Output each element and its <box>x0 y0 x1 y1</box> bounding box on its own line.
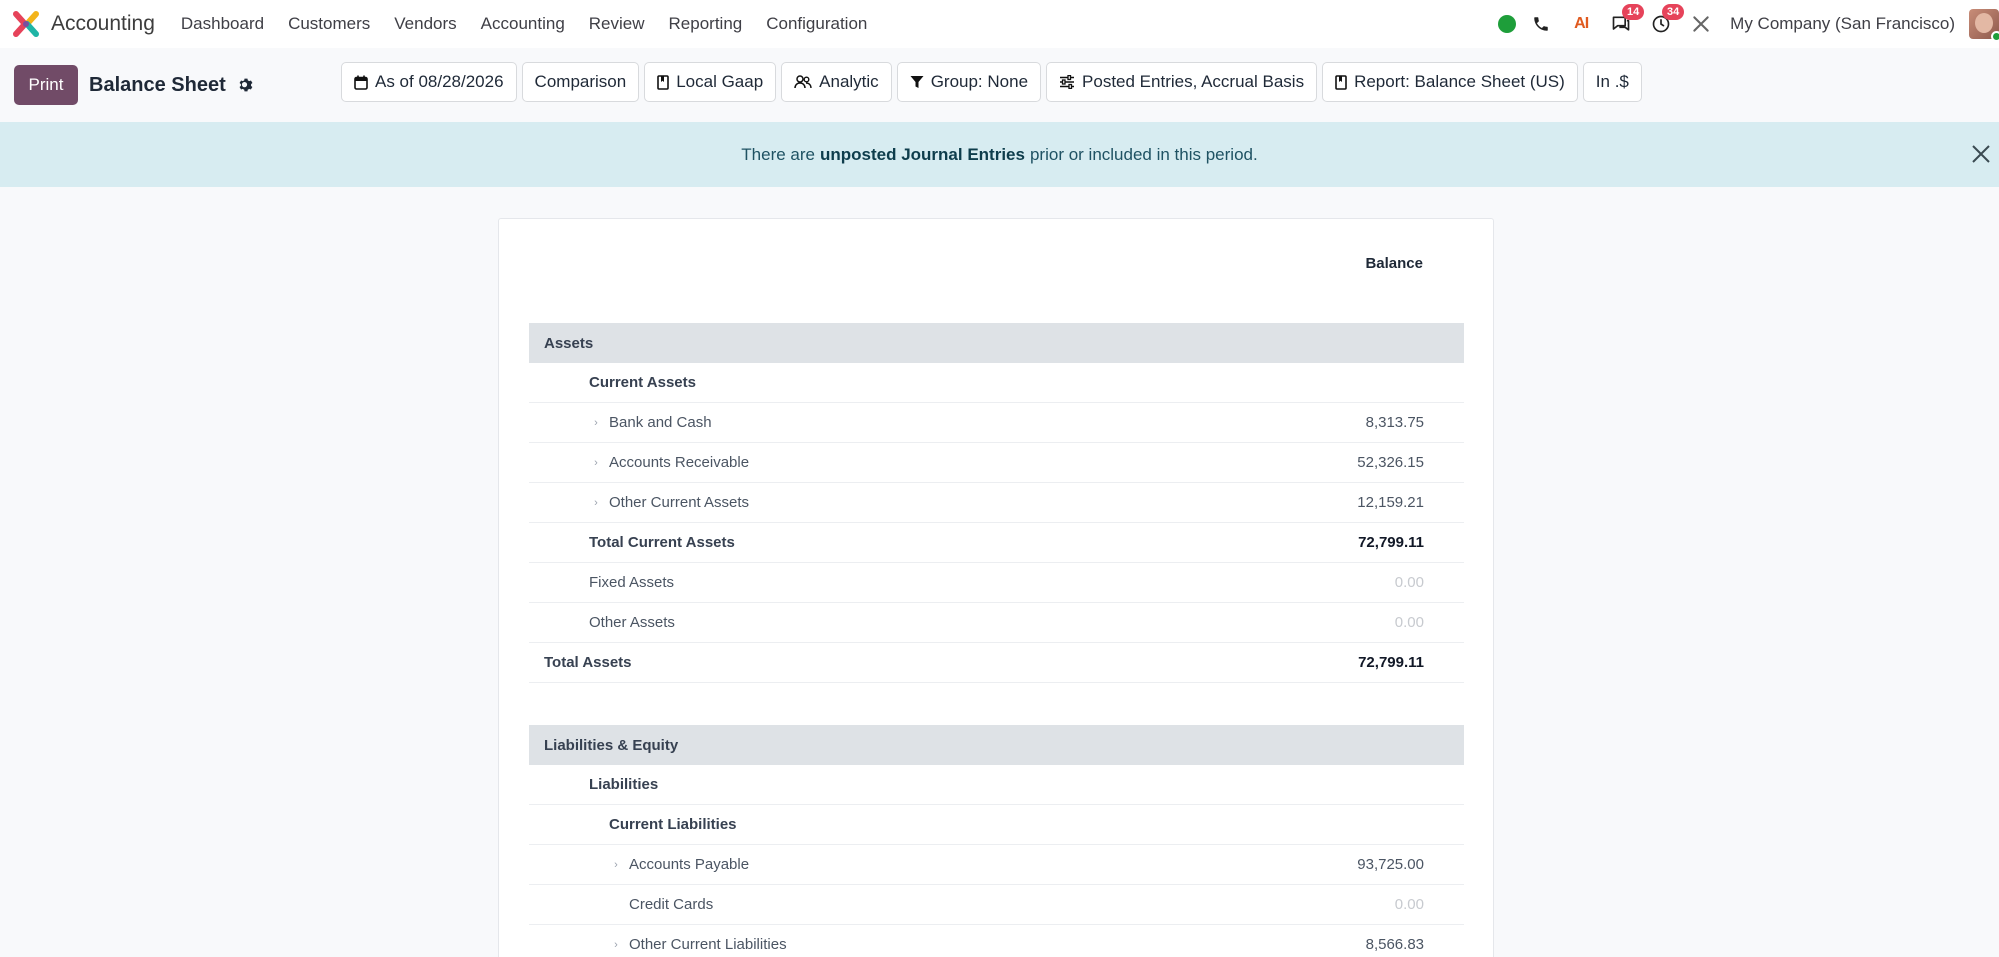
line-liabilities: Liabilities <box>529 765 1464 805</box>
line-other-assets: Other Assets 0.00 <box>529 603 1464 643</box>
line-value[interactable]: 8,313.75 <box>1366 414 1424 431</box>
calendar-icon <box>354 75 368 90</box>
line-value[interactable]: 72,799.11 <box>1358 534 1424 551</box>
close-icon[interactable] <box>1971 144 1991 164</box>
phone-icon[interactable] <box>1530 13 1552 35</box>
menu-configuration[interactable]: Configuration <box>754 14 879 34</box>
activities-badge: 34 <box>1662 4 1685 20</box>
navbar-systray: AI 14 34 My Company (San Francisco) <box>1498 0 1999 48</box>
menu-accounting[interactable]: Accounting <box>469 14 577 34</box>
line-value: 0.00 <box>1394 896 1424 913</box>
line-other-current-liabilities[interactable]: › Other Current Liabilities 8,566.83 <box>529 925 1464 957</box>
balance-sheet-report: Balance Assets Current Assets › Bank and … <box>498 218 1494 957</box>
messages-badge: 14 <box>1622 4 1645 20</box>
control-panel: Print Balance Sheet As of 08/28/2026 Com… <box>0 48 1999 122</box>
menu-dashboard[interactable]: Dashboard <box>169 14 276 34</box>
caret-right-icon[interactable]: › <box>589 457 603 469</box>
alert-prefix: There are <box>741 144 815 164</box>
menu-reporting[interactable]: Reporting <box>657 14 755 34</box>
activity-clock-icon[interactable]: 34 <box>1650 4 1685 35</box>
line-other-current-assets[interactable]: › Other Current Assets 12,159.21 <box>529 483 1464 523</box>
report-lines: Assets Current Assets › Bank and Cash 8,3… <box>529 323 1464 957</box>
line-accounts-payable[interactable]: › Accounts Payable 93,725.00 <box>529 845 1464 885</box>
sliders-icon <box>1059 75 1075 89</box>
balance-column-header[interactable]: Balance <box>1365 255 1423 272</box>
messages-icon[interactable]: 14 <box>1610 4 1645 35</box>
posted-entries-button[interactable]: Posted Entries, Accrual Basis <box>1046 62 1318 102</box>
line-current-assets: Current Assets <box>529 363 1464 403</box>
analytic-button[interactable]: Analytic <box>781 62 892 102</box>
line-credit-cards: Credit Cards 0.00 <box>529 885 1464 925</box>
line-value[interactable]: 12,159.21 <box>1357 494 1424 511</box>
company-switcher[interactable]: My Company (San Francisco) <box>1730 14 1955 34</box>
gear-icon[interactable] <box>237 75 257 95</box>
book-icon <box>1335 74 1347 90</box>
line-fixed-assets: Fixed Assets 0.00 <box>529 563 1464 603</box>
alert-suffix: prior or included in this period. <box>1029 144 1258 164</box>
page-title: Balance Sheet <box>89 73 226 96</box>
top-navbar: Accounting Dashboard Customers Vendors A… <box>0 0 1999 48</box>
user-avatar[interactable] <box>1969 9 1999 42</box>
app-logo-icon[interactable] <box>13 11 39 37</box>
main-menu: Dashboard Customers Vendors Accounting R… <box>169 14 879 34</box>
menu-vendors[interactable]: Vendors <box>382 14 468 34</box>
caret-right-icon[interactable]: › <box>589 497 603 509</box>
line-bank-cash[interactable]: › Bank and Cash 8,313.75 <box>529 403 1464 443</box>
line-value[interactable]: 93,725.00 <box>1357 856 1424 873</box>
line-value[interactable]: 72,799.11 <box>1358 654 1424 671</box>
caret-right-icon[interactable]: › <box>609 939 623 951</box>
menu-review[interactable]: Review <box>577 14 657 34</box>
avatar-face <box>1975 13 1993 33</box>
caret-right-icon[interactable]: › <box>589 417 603 429</box>
section-liabilities-equity[interactable]: Liabilities & Equity <box>529 725 1464 765</box>
line-value[interactable]: 8,566.83 <box>1366 936 1424 953</box>
unposted-entries-link[interactable]: unposted Journal Entries <box>820 145 1025 165</box>
print-button[interactable]: Print <box>14 65 78 105</box>
line-value: 0.00 <box>1394 614 1424 631</box>
currency-button[interactable]: In .$ <box>1582 62 1642 102</box>
group-by-button[interactable]: Group: None <box>896 62 1042 102</box>
line-current-liabilities: Current Liabilities <box>529 805 1464 845</box>
caret-right-icon[interactable]: › <box>609 859 623 871</box>
line-value: 0.00 <box>1394 574 1424 591</box>
online-status-icon <box>1991 31 1999 42</box>
book-icon <box>657 74 670 90</box>
menu-customers[interactable]: Customers <box>276 14 382 34</box>
date-filter-button[interactable]: As of 08/28/2026 <box>341 62 517 102</box>
local-gaap-button[interactable]: Local Gaap <box>644 62 777 102</box>
ai-icon[interactable]: AI <box>1570 13 1592 35</box>
report-filters: As of 08/28/2026 Comparison Local Gaap A… <box>341 62 1647 102</box>
presence-status-icon[interactable] <box>1498 15 1517 33</box>
unposted-entries-alert: There are unposted Journal Entries prior… <box>0 122 1999 187</box>
line-accounts-receivable[interactable]: › Accounts Receivable 52,326.15 <box>529 443 1464 483</box>
line-total-current-assets: Total Current Assets 72,799.11 <box>529 523 1464 563</box>
line-total-assets: Total Assets 72,799.11 <box>529 643 1464 683</box>
filter-icon <box>910 75 924 89</box>
tools-icon[interactable] <box>1690 13 1712 35</box>
report-variant-button[interactable]: Report: Balance Sheet (US) <box>1322 62 1578 102</box>
users-icon <box>794 75 812 89</box>
comparison-button[interactable]: Comparison <box>521 62 640 102</box>
line-value[interactable]: 52,326.15 <box>1357 454 1424 471</box>
app-title[interactable]: Accounting <box>51 12 155 36</box>
section-assets[interactable]: Assets <box>529 323 1464 363</box>
